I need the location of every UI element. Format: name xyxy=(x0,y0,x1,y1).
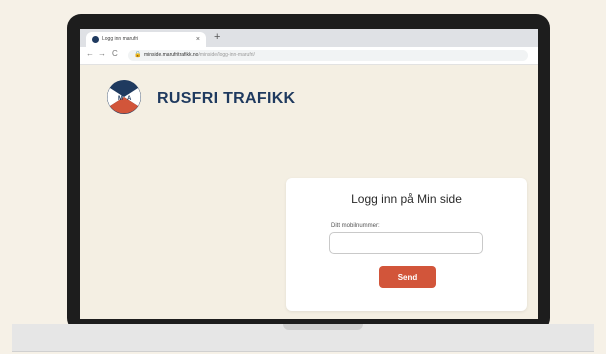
laptop-base xyxy=(12,324,594,352)
phone-input[interactable] xyxy=(329,232,483,254)
brand-logo-icon[interactable]: M A xyxy=(106,79,142,115)
new-tab-icon[interactable]: + xyxy=(214,31,220,43)
brand-name[interactable]: RUSFRI TRAFIKK xyxy=(157,90,295,108)
send-button[interactable]: Send xyxy=(379,266,436,288)
tab-bar: Logg inn marufri × + xyxy=(80,29,538,47)
url-path: /minside/logg-inn-marufri/ xyxy=(198,52,255,58)
login-card: Logg inn på Min side Ditt mobilnummer: S… xyxy=(286,178,527,311)
favicon-icon xyxy=(92,36,99,43)
svg-text:M: M xyxy=(118,96,123,102)
laptop-notch xyxy=(283,324,363,330)
address-bar: ← → C 🔒 minside.marufritrafikk.no/minsid… xyxy=(80,47,538,65)
forward-icon[interactable]: → xyxy=(98,49,106,58)
browser-tab[interactable]: Logg inn marufri × xyxy=(86,32,206,47)
back-icon[interactable]: ← xyxy=(86,49,94,58)
url-text: minside.marufritrafikk.no/minside/logg-i… xyxy=(144,50,255,61)
tab-title: Logg inn marufri xyxy=(102,36,139,42)
phone-label: Ditt mobilnummer: xyxy=(331,223,380,229)
close-tab-icon[interactable]: × xyxy=(196,32,200,47)
login-title: Logg inn på Min side xyxy=(351,192,462,206)
browser-window: Logg inn marufri × + ← → C 🔒 minside.mar… xyxy=(80,29,538,319)
lock-icon: 🔒 xyxy=(134,52,142,58)
url-host: minside.marufritrafikk.no xyxy=(144,52,199,58)
reload-icon[interactable]: C xyxy=(112,49,118,58)
url-field[interactable]: 🔒 minside.marufritrafikk.no/minside/logg… xyxy=(128,50,528,61)
svg-text:A: A xyxy=(127,96,132,102)
